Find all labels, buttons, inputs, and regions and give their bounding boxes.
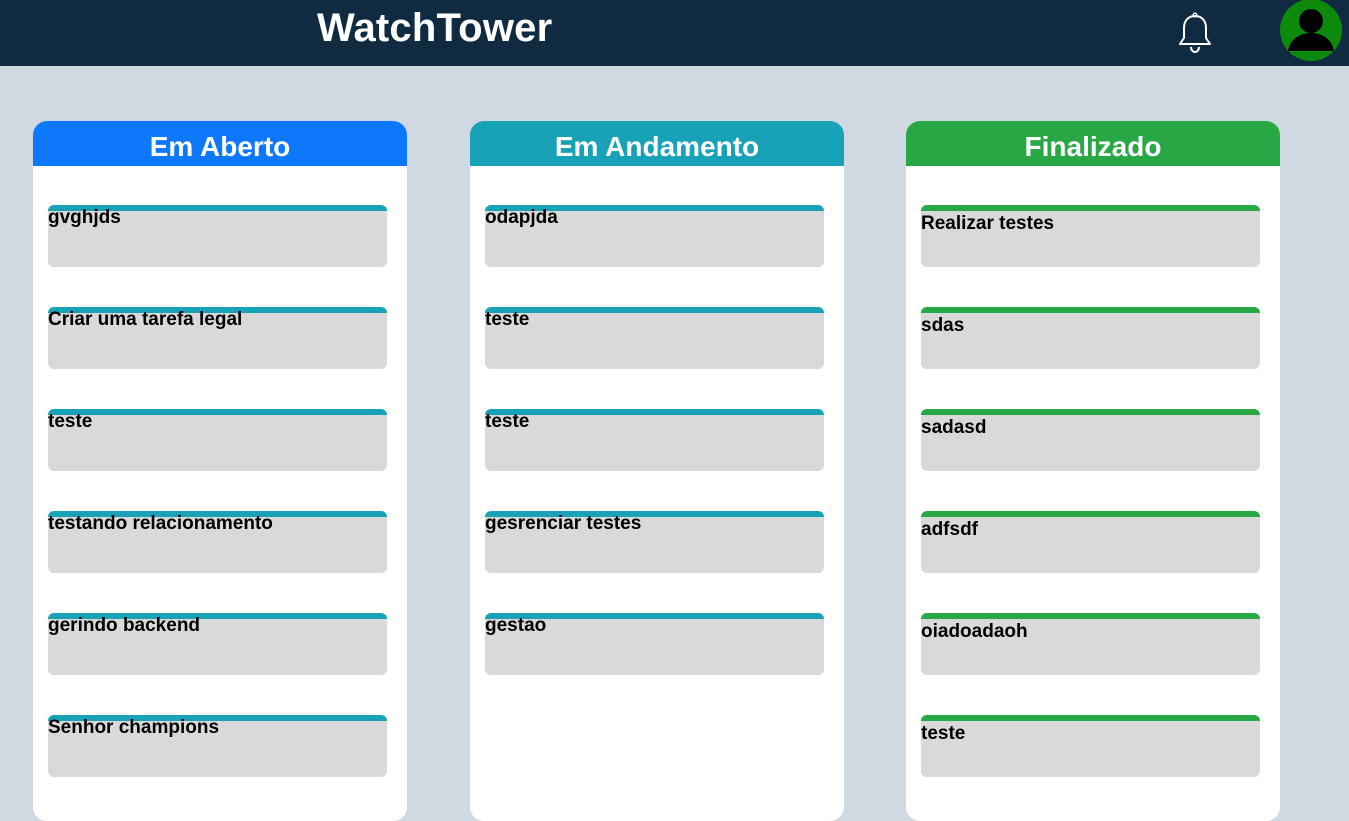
column-header: Finalizado [906, 121, 1280, 166]
task-title: sadasd [921, 417, 987, 438]
card-status-bar [921, 511, 1260, 517]
card-status-bar [485, 409, 824, 415]
task-card[interactable]: testando relacionamento [48, 511, 387, 573]
task-title: teste [921, 723, 966, 744]
task-title: Senhor champions [48, 717, 220, 738]
task-title: teste [48, 411, 93, 432]
column-header: Em Aberto [33, 121, 407, 166]
task-title: gerindo backend [48, 615, 201, 636]
task-title: gvghjds [48, 207, 121, 228]
task-title: adfsdf [921, 519, 978, 540]
task-title: sdas [921, 315, 965, 336]
task-card[interactable]: gestao [485, 613, 824, 675]
user-avatar-icon[interactable] [1280, 0, 1342, 61]
task-card[interactable]: Realizar testes [921, 205, 1260, 267]
task-title: teste [485, 309, 530, 330]
task-title: testando relacionamento [48, 513, 273, 534]
card-status-bar [485, 307, 824, 313]
task-card[interactable]: Criar uma tarefa legal [48, 307, 387, 369]
column-finalizado: Finalizado Realizar testes sdas sadasd adfs… [906, 121, 1280, 821]
top-navbar: WatchTower [0, 0, 1349, 66]
card-status-bar [48, 409, 387, 415]
task-title: gestao [485, 615, 547, 636]
task-card[interactable]: gesrenciar testes [485, 511, 824, 573]
task-card[interactable]: gerindo backend [48, 613, 387, 675]
card-status-bar [921, 613, 1260, 619]
task-card[interactable]: odapjda [485, 205, 824, 267]
task-card[interactable]: oiadoadaoh [921, 613, 1260, 675]
task-card[interactable]: teste [485, 409, 824, 471]
task-card[interactable]: sdas [921, 307, 1260, 369]
column-header: Em Andamento [470, 121, 844, 166]
task-card[interactable]: gvghjds [48, 205, 387, 267]
task-card[interactable]: teste [48, 409, 387, 471]
task-title: oiadoadaoh [921, 621, 1028, 642]
task-title: gesrenciar testes [485, 513, 642, 534]
task-title: Realizar testes [921, 213, 1055, 234]
card-status-bar [921, 409, 1260, 415]
card-status-bar [921, 307, 1260, 313]
task-card[interactable]: adfsdf [921, 511, 1260, 573]
app-title: WatchTower [317, 6, 553, 50]
column-em-andamento: Em Andamento odapjda teste teste gesrenciar… [470, 121, 844, 821]
task-card[interactable]: teste [485, 307, 824, 369]
card-status-bar [921, 205, 1260, 211]
task-title: Criar uma tarefa legal [48, 309, 243, 330]
task-title: teste [485, 411, 530, 432]
task-title: odapjda [485, 207, 558, 228]
task-card[interactable]: Senhor champions [48, 715, 387, 777]
card-status-bar [921, 715, 1260, 721]
task-card[interactable]: teste [921, 715, 1260, 777]
bell-icon[interactable] [1176, 12, 1214, 54]
column-em-aberto: Em Aberto gvghjds Criar uma tarefa legal t… [33, 121, 407, 821]
task-card[interactable]: sadasd [921, 409, 1260, 471]
